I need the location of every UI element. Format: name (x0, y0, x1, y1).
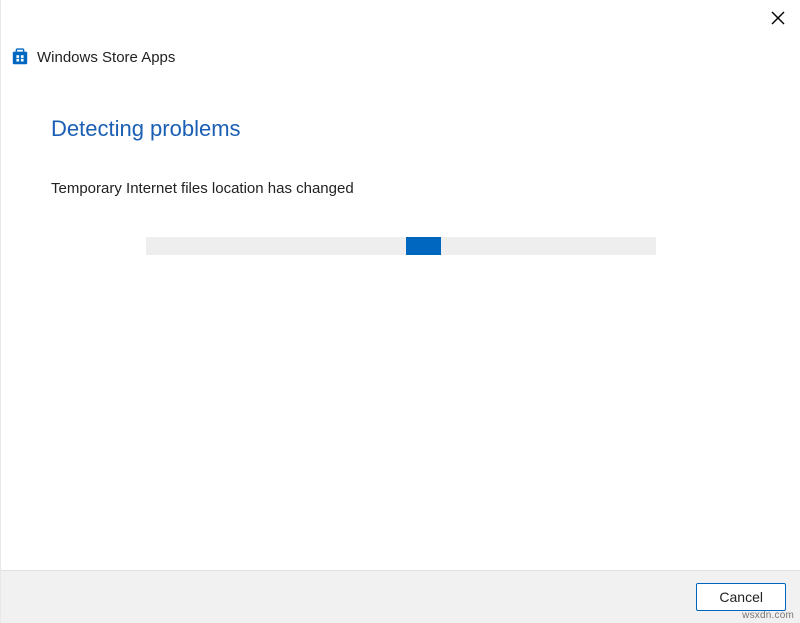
cancel-button[interactable]: Cancel (696, 583, 786, 611)
progress-bar (146, 237, 656, 255)
store-app-icon (11, 48, 29, 66)
close-button[interactable] (768, 8, 788, 28)
watermark: wsxdn.com (742, 610, 794, 621)
window-title: Windows Store Apps (37, 49, 175, 66)
page-heading: Detecting problems (51, 116, 750, 142)
footer: Cancel (1, 570, 800, 623)
status-text: Temporary Internet files location has ch… (51, 180, 750, 197)
progress-indicator (406, 237, 442, 255)
troubleshooter-window: Windows Store Apps Detecting problems Te… (0, 0, 800, 623)
close-icon (771, 11, 785, 25)
header: Windows Store Apps (1, 0, 800, 66)
content-area: Detecting problems Temporary Internet fi… (1, 66, 800, 570)
